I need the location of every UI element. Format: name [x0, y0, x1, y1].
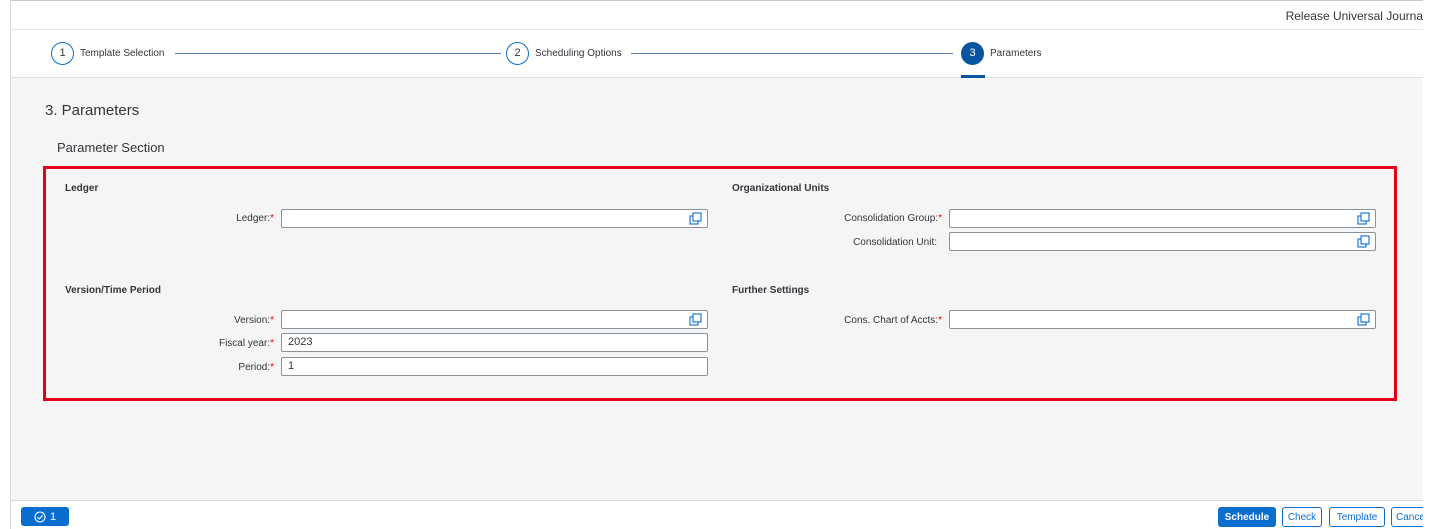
fiscal-year-label-text: Fiscal year:: [218, 338, 271, 349]
fiscal-year-input[interactable]: 2023: [281, 333, 708, 352]
group-title-org-units: Organizational Units: [732, 183, 830, 194]
required-marker: *: [270, 213, 274, 224]
required-marker: *: [270, 315, 274, 326]
group-title-ledger: Ledger: [65, 183, 99, 194]
group-title-version-time: Version/Time Period: [65, 285, 161, 296]
cons-group-label: Consolidation Group:*: [844, 213, 942, 224]
period-label-text: Period:: [238, 362, 271, 373]
check-button[interactable]: Check: [1282, 507, 1322, 527]
fiscal-year-label: Fiscal year:*: [219, 338, 274, 349]
version-input[interactable]: [281, 310, 708, 329]
period-value: 1: [288, 360, 295, 372]
template-button[interactable]: Template: [1329, 507, 1385, 527]
footer-toolbar: 1 Schedule Check Template Cance: [11, 500, 1423, 529]
chart-of-accts-label-text: Cons. Chart of Accts:: [844, 315, 939, 326]
required-marker: *: [938, 213, 942, 224]
schedule-button[interactable]: Schedule: [1218, 507, 1276, 527]
step-label-1: Template Selection: [80, 47, 165, 59]
section-title: Parameter Section: [57, 140, 165, 155]
value-help-icon[interactable]: [1357, 313, 1370, 326]
ledger-input[interactable]: [281, 209, 708, 228]
step-number-1: 1: [51, 41, 74, 65]
wizard-step-parameters[interactable]: 3 Parameters: [961, 41, 1042, 65]
wizard-progress-bar: 1 Template Selection 2 Scheduling Option…: [11, 30, 1423, 78]
wizard-step-template-selection[interactable]: 1 Template Selection: [51, 41, 165, 65]
value-help-icon[interactable]: [689, 313, 702, 326]
step-label-2: Scheduling Options: [535, 47, 622, 59]
period-input[interactable]: 1: [281, 357, 708, 376]
app-window: Release Universal Journa 1 Template Sele…: [10, 0, 1423, 529]
required-marker: *: [270, 362, 274, 373]
step-number-2: 2: [506, 41, 529, 65]
message-popover-button[interactable]: 1: [21, 507, 69, 526]
cons-group-label-text: Consolidation Group:: [844, 213, 939, 224]
value-help-icon[interactable]: [1357, 235, 1370, 248]
message-check-icon: [34, 510, 46, 523]
required-marker: *: [270, 338, 274, 349]
cons-unit-label: Consolidation Unit:: [853, 237, 937, 248]
version-label-text: Version:: [233, 315, 271, 326]
value-help-icon[interactable]: [689, 212, 702, 225]
version-label: Version:*: [234, 315, 274, 326]
group-title-further-settings: Further Settings: [732, 285, 810, 296]
step-label-3: Parameters: [990, 47, 1042, 59]
step-connector-1: [175, 53, 501, 54]
wizard-step-scheduling-options[interactable]: 2 Scheduling Options: [506, 41, 622, 65]
consolidation-unit-input[interactable]: [949, 232, 1376, 251]
ledger-label-text: Ledger:: [236, 213, 271, 224]
active-step-indicator: [961, 75, 985, 78]
title-bar: Release Universal Journa: [11, 1, 1423, 30]
required-marker: *: [938, 315, 942, 326]
chart-of-accts-label: Cons. Chart of Accts:*: [844, 315, 942, 326]
message-count: 1: [49, 510, 57, 523]
app-title: Release Universal Journa: [1285, 9, 1423, 23]
ledger-label: Ledger:*: [236, 213, 274, 224]
cancel-button[interactable]: Cance: [1391, 507, 1423, 527]
consolidation-group-input[interactable]: [949, 209, 1376, 228]
fiscal-year-value: 2023: [288, 336, 313, 348]
step-number-3: 3: [961, 41, 984, 65]
cons-chart-of-accts-input[interactable]: [949, 310, 1376, 329]
period-label: Period:*: [238, 362, 274, 373]
page-title: 3. Parameters: [45, 102, 140, 119]
step-connector-2: [631, 53, 953, 54]
value-help-icon[interactable]: [1357, 212, 1370, 225]
